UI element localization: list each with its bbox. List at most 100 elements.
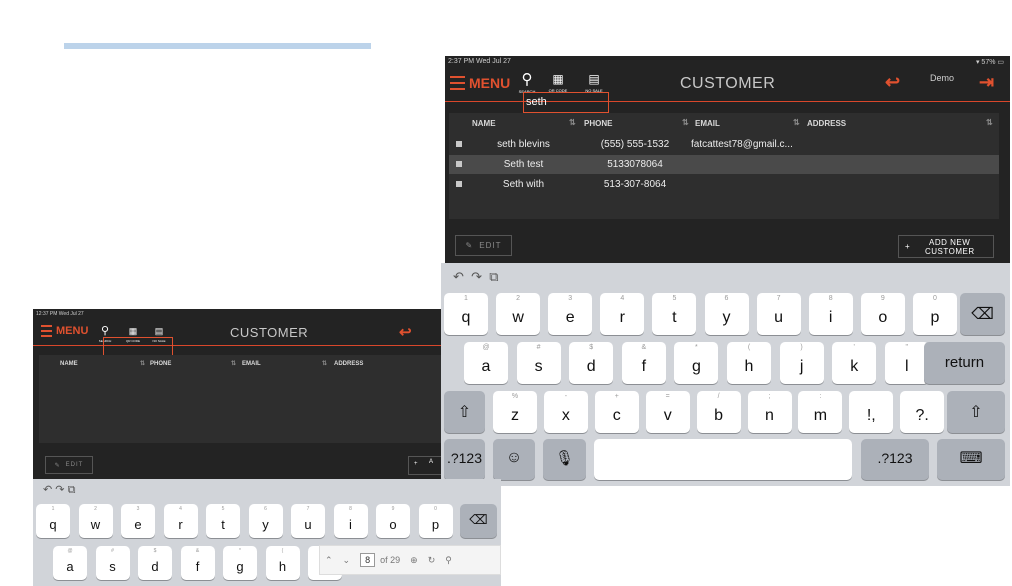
key-y[interactable]: 6y: [704, 293, 749, 335]
key-o[interactable]: 9o: [376, 504, 410, 538]
key-n[interactable]: ; n: [747, 391, 792, 433]
key-u[interactable]: 7u: [756, 293, 801, 335]
space-key[interactable]: [594, 439, 852, 480]
dictation-key[interactable]: 🎙: [543, 439, 586, 480]
menu-button[interactable]: MENU: [41, 325, 88, 337]
rotate-icon[interactable]: ↻: [428, 555, 436, 566]
paste-icon[interactable]: ⧉: [489, 269, 498, 284]
emoji-key[interactable]: ☺: [493, 439, 535, 480]
key-g[interactable]: * g: [223, 546, 257, 580]
redo-icon[interactable]: ↷: [471, 269, 482, 284]
key-a[interactable]: @ a: [53, 546, 87, 580]
backspace-key[interactable]: ⌫: [460, 504, 497, 538]
hide-keyboard-key[interactable]: ⌨: [937, 439, 1005, 480]
zoom-icon[interactable]: ⊕: [410, 555, 418, 566]
return-key[interactable]: return: [924, 342, 1005, 384]
key-h[interactable]: (h: [265, 546, 300, 580]
key-p[interactable]: 0p: [912, 293, 957, 335]
key-r[interactable]: 4r: [600, 293, 645, 335]
table-row[interactable]: Seth with 513-307-8064: [449, 175, 999, 194]
next-page-icon[interactable]: ⌄: [343, 555, 351, 566]
search-input[interactable]: seth: [523, 92, 609, 113]
search-icon[interactable]: ⚲: [445, 555, 452, 566]
key-f[interactable]: & f: [621, 342, 666, 384]
column-header-email[interactable]: EMAIL: [695, 119, 720, 128]
key-a[interactable]: @ a: [464, 342, 508, 384]
sort-icon[interactable]: ⇅: [140, 360, 145, 367]
key-x[interactable]: -x: [543, 391, 588, 433]
row-checkbox[interactable]: [456, 141, 462, 147]
key-y[interactable]: 6y: [248, 504, 283, 538]
key-w[interactable]: 2w: [496, 293, 541, 335]
column-header-phone[interactable]: PHONE: [150, 361, 171, 367]
edit-button[interactable]: ✎ EDIT: [455, 235, 512, 256]
sort-icon[interactable]: ⇅: [986, 118, 993, 127]
undo-icon[interactable]: ↶: [453, 269, 464, 284]
no-sale-button[interactable]: ▤ NO SALE: [581, 70, 607, 93]
column-header-email[interactable]: EMAIL: [242, 361, 261, 367]
key-t[interactable]: 5t: [652, 293, 697, 335]
key-z[interactable]: % z: [493, 391, 537, 433]
logout-icon[interactable]: ⇥: [979, 72, 994, 93]
key-j[interactable]: )j: [779, 342, 824, 384]
key-v[interactable]: = v: [645, 391, 690, 433]
key-h[interactable]: (h: [727, 342, 771, 384]
column-header-phone[interactable]: PHONE: [584, 119, 612, 128]
sort-icon[interactable]: ⇅: [793, 118, 800, 127]
edit-button[interactable]: ✎ EDIT: [45, 456, 93, 474]
key-u[interactable]: 7u: [291, 504, 325, 538]
page-number-input[interactable]: 8: [360, 553, 376, 567]
search-input[interactable]: [103, 337, 173, 357]
sort-icon[interactable]: ⇅: [231, 360, 236, 367]
column-header-address[interactable]: ADDRESS: [334, 361, 363, 367]
backspace-key[interactable]: ⌫: [960, 293, 1005, 335]
key-l[interactable]: " l: [884, 342, 929, 384]
key-t[interactable]: 5t: [206, 504, 240, 538]
back-icon[interactable]: ↩: [399, 323, 412, 341]
key-r[interactable]: 4r: [163, 504, 198, 538]
numbers-key-left[interactable]: .?123: [444, 439, 485, 480]
key-i[interactable]: 8i: [808, 293, 853, 335]
qr-code-button[interactable]: ▦ QR CODE: [545, 70, 571, 93]
table-row[interactable]: Seth test 5133078064: [449, 155, 999, 174]
sort-icon[interactable]: ⇅: [322, 360, 327, 367]
column-header-name[interactable]: NAME: [472, 119, 496, 128]
key-b[interactable]: / b: [696, 391, 741, 433]
key-exclamation[interactable]: !,: [849, 391, 894, 433]
shift-key-right[interactable]: ⇧: [947, 391, 1005, 433]
key-d[interactable]: $ d: [138, 546, 172, 580]
key-e[interactable]: 3e: [548, 293, 593, 335]
key-e[interactable]: 3e: [121, 504, 155, 538]
key-o[interactable]: 9o: [860, 293, 905, 335]
sort-icon[interactable]: ⇅: [569, 118, 576, 127]
key-s[interactable]: # s: [516, 342, 561, 384]
key-question[interactable]: ?.: [900, 391, 945, 433]
key-m[interactable]: :m: [798, 391, 843, 433]
menu-button[interactable]: MENU: [450, 75, 510, 91]
paste-icon[interactable]: ⧉: [68, 484, 76, 496]
key-p[interactable]: 0p: [418, 504, 453, 538]
key-k[interactable]: ' k: [832, 342, 877, 384]
back-icon[interactable]: ↩: [885, 72, 900, 93]
key-s[interactable]: # s: [95, 546, 130, 580]
key-i[interactable]: 8i: [333, 504, 368, 538]
search-button[interactable]: ⚲ SEARCH: [517, 70, 537, 94]
row-checkbox[interactable]: [456, 181, 462, 187]
key-q[interactable]: 1q: [444, 293, 488, 335]
key-c[interactable]: + c: [594, 391, 639, 433]
key-g[interactable]: * g: [674, 342, 719, 384]
add-new-customer-button[interactable]: + A: [408, 456, 441, 475]
table-row[interactable]: seth blevins (555) 555-1532 fatcattest78…: [449, 135, 999, 154]
row-checkbox[interactable]: [456, 161, 462, 167]
undo-icon[interactable]: ↶: [43, 484, 52, 496]
key-w[interactable]: 2w: [78, 504, 113, 538]
sort-icon[interactable]: ⇅: [682, 118, 689, 127]
key-q[interactable]: 1q: [36, 504, 70, 538]
shift-key-left[interactable]: ⇧: [444, 391, 485, 433]
key-f[interactable]: & f: [180, 546, 215, 580]
redo-icon[interactable]: ↷: [55, 484, 64, 496]
key-d[interactable]: $ d: [569, 342, 614, 384]
numbers-key-right[interactable]: .?123: [861, 439, 929, 480]
column-header-name[interactable]: NAME: [60, 361, 78, 367]
column-header-address[interactable]: ADDRESS: [807, 119, 846, 128]
